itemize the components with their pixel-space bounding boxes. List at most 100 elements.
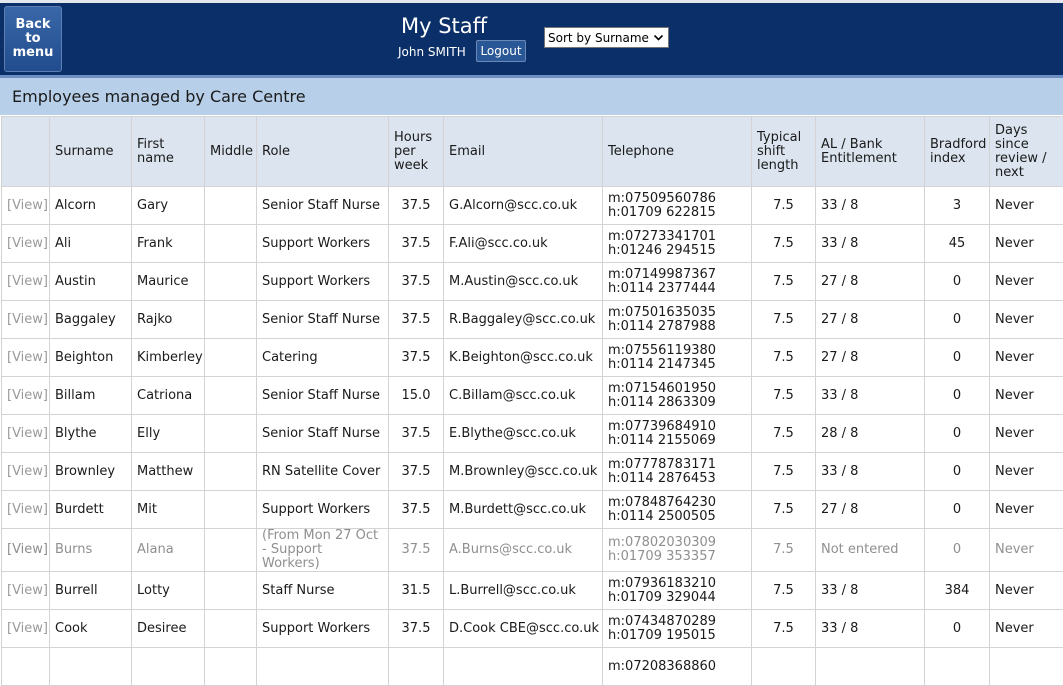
bradford-cell: 0	[925, 339, 990, 377]
bradford-cell: 384	[925, 572, 990, 610]
view-link[interactable]: [View]	[2, 572, 50, 610]
view-link[interactable]: [View]	[2, 263, 50, 301]
surname-cell: Billam	[50, 377, 132, 415]
middle-name-cell	[205, 377, 257, 415]
col-header-bradford[interactable]: Bradford index	[925, 117, 990, 187]
view-link[interactable]: [View]	[2, 339, 50, 377]
hours-cell: 37.5	[389, 187, 444, 225]
view-link[interactable]: [View]	[2, 453, 50, 491]
first-name-cell: Matthew	[132, 453, 205, 491]
col-header-telephone[interactable]: Telephone	[603, 117, 752, 187]
col-header-email[interactable]: Email	[444, 117, 603, 187]
view-link[interactable]: [View]	[2, 610, 50, 648]
col-header-middle[interactable]: Middle	[205, 117, 257, 187]
shift-length-cell: 7.5	[752, 415, 816, 453]
logout-button[interactable]: Logout	[476, 40, 526, 62]
col-header-surname[interactable]: Surname	[50, 117, 132, 187]
email-cell: C.Billam@scc.co.uk	[444, 377, 603, 415]
view-link[interactable]	[2, 648, 50, 686]
col-header-review[interactable]: Days since review / next	[990, 117, 1063, 187]
view-link[interactable]: [View]	[2, 415, 50, 453]
first-name-cell: Rajko	[132, 301, 205, 339]
section-title: Employees managed by Care Centre	[0, 78, 1063, 115]
role-cell: Senior Staff Nurse	[257, 187, 389, 225]
col-header-hours[interactable]: Hours per week	[389, 117, 444, 187]
entitlement-cell: 27 / 8	[816, 301, 925, 339]
role-cell: Staff Nurse	[257, 572, 389, 610]
role-cell: Senior Staff Nurse	[257, 415, 389, 453]
view-link[interactable]: [View]	[2, 377, 50, 415]
mobile-number: m:07154601950	[608, 382, 746, 396]
table-row[interactable]: [View]BurnsAlana(From Mon 27 Oct - Suppo…	[2, 529, 1063, 572]
first-name-cell: Catriona	[132, 377, 205, 415]
telephone-cell: m:07154601950h:0114 2863309	[603, 377, 752, 415]
mobile-number: m:07273341701	[608, 230, 746, 244]
middle-name-cell	[205, 610, 257, 648]
middle-name-cell	[205, 529, 257, 572]
bradford-cell: 0	[925, 453, 990, 491]
first-name-cell: Alana	[132, 529, 205, 572]
mobile-number: m:07556119380	[608, 344, 746, 358]
home-number: h:0114 2155069	[608, 434, 746, 448]
email-cell: D.Cook CBE@scc.co.uk	[444, 610, 603, 648]
hours-cell: 37.5	[389, 491, 444, 529]
mobile-number: m:07778783171	[608, 458, 746, 472]
col-header-entitlement[interactable]: AL / Bank Entitlement	[816, 117, 925, 187]
middle-name-cell	[205, 648, 257, 686]
middle-name-cell	[205, 225, 257, 263]
chevron-down-icon	[653, 32, 664, 43]
middle-name-cell	[205, 187, 257, 225]
table-row[interactable]: [View]BurrellLottyStaff Nurse31.5L.Burre…	[2, 572, 1063, 610]
col-header-role[interactable]: Role	[257, 117, 389, 187]
table-row[interactable]: [View]BrownleyMatthewRN Satellite Cover3…	[2, 453, 1063, 491]
mobile-number: m:07936183210	[608, 577, 746, 591]
sort-select[interactable]: Sort by Surname	[544, 27, 669, 48]
table-row[interactable]: [View]BlytheEllySenior Staff Nurse37.5E.…	[2, 415, 1063, 453]
home-number: h:0114 2863309	[608, 396, 746, 410]
table-row[interactable]: [View]BurdettMitSupport Workers37.5M.Bur…	[2, 491, 1063, 529]
entitlement-cell: 33 / 8	[816, 572, 925, 610]
role-cell: Catering	[257, 339, 389, 377]
review-cell: Never	[990, 415, 1063, 453]
email-cell: M.Burdett@scc.co.uk	[444, 491, 603, 529]
email-cell: R.Baggaley@scc.co.uk	[444, 301, 603, 339]
table-row[interactable]: [View]BeightonKimberleyCatering37.5K.Bei…	[2, 339, 1063, 377]
sort-selected-value: Sort by Surname	[548, 31, 649, 45]
first-name-cell: Mit	[132, 491, 205, 529]
bradford-cell: 3	[925, 187, 990, 225]
entitlement-cell: 27 / 8	[816, 491, 925, 529]
home-number: h:0114 2147345	[608, 358, 746, 372]
table-row[interactable]: [View]AustinMauriceSupport Workers37.5M.…	[2, 263, 1063, 301]
view-link[interactable]: [View]	[2, 491, 50, 529]
telephone-cell: m:07936183210h:01709 329044	[603, 572, 752, 610]
table-row[interactable]: [View]AliFrankSupport Workers37.5F.Ali@s…	[2, 225, 1063, 263]
table-row[interactable]: [View]BillamCatrionaSenior Staff Nurse15…	[2, 377, 1063, 415]
review-cell	[990, 648, 1063, 686]
bradford-cell: 0	[925, 415, 990, 453]
col-header-first-name[interactable]: First name	[132, 117, 205, 187]
hours-cell: 37.5	[389, 610, 444, 648]
first-name-cell	[132, 648, 205, 686]
col-header-shift-length[interactable]: Typical shift length	[752, 117, 816, 187]
table-row[interactable]: [View]AlcornGarySenior Staff Nurse37.5G.…	[2, 187, 1063, 225]
hours-cell: 37.5	[389, 301, 444, 339]
table-row[interactable]: [View]BaggaleyRajkoSenior Staff Nurse37.…	[2, 301, 1063, 339]
home-number: h:01246 294515	[608, 244, 746, 258]
back-to-menu-button[interactable]: Back to menu	[4, 6, 62, 72]
back-label-line-3: menu	[13, 46, 54, 60]
entitlement-cell: 27 / 8	[816, 263, 925, 301]
surname-cell: Ali	[50, 225, 132, 263]
first-name-cell: Elly	[132, 415, 205, 453]
shift-length-cell: 7.5	[752, 572, 816, 610]
view-link[interactable]: [View]	[2, 301, 50, 339]
view-link[interactable]: [View]	[2, 225, 50, 263]
view-link[interactable]: [View]	[2, 529, 50, 572]
surname-cell	[50, 648, 132, 686]
table-row[interactable]: m:07208368860	[2, 648, 1063, 686]
review-cell: Never	[990, 225, 1063, 263]
middle-name-cell	[205, 339, 257, 377]
table-row[interactable]: [View]CookDesireeSupport Workers37.5D.Co…	[2, 610, 1063, 648]
view-link[interactable]: [View]	[2, 187, 50, 225]
review-cell: Never	[990, 339, 1063, 377]
review-cell: Never	[990, 610, 1063, 648]
